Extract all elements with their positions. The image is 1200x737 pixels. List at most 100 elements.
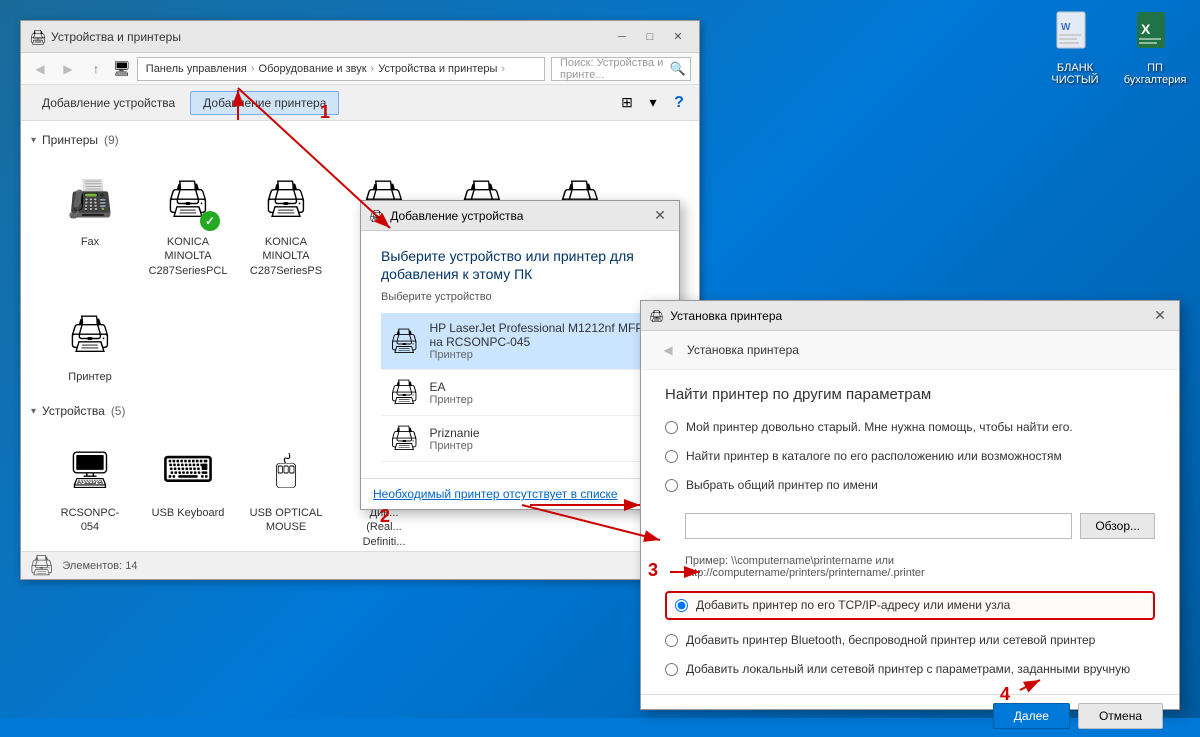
breadcrumb-part3[interactable]: Устройства и принтеры xyxy=(378,63,497,75)
ea-printer-info: EA Принтер xyxy=(429,380,472,406)
mouse-icon: 🖱 xyxy=(275,449,297,492)
browse-button[interactable]: Обзор... xyxy=(1080,513,1155,539)
forward-button[interactable]: ▶ xyxy=(57,58,79,80)
blank-doc-icon: W xyxy=(1051,10,1099,58)
maximize-button[interactable]: □ xyxy=(637,27,663,47)
printers-section-header[interactable]: ▾ Принтеры (9) xyxy=(29,129,691,151)
breadcrumb-sep2: › xyxy=(371,63,375,75)
mouse-icon-wrap: 🖱 xyxy=(254,438,318,502)
device-konica1[interactable]: 🖨 ✓ KONICAMINOLTAC287SeriesPCL xyxy=(143,159,233,286)
next-button[interactable]: Далее xyxy=(993,703,1070,729)
search-icon[interactable]: 🔍 xyxy=(670,61,686,77)
devices-count: (5) xyxy=(111,404,126,418)
breadcrumb-part2[interactable]: Оборудование и звук xyxy=(259,63,367,75)
install-back-button[interactable]: ◀ xyxy=(657,339,679,361)
add-printer-button[interactable]: Добавление принтера xyxy=(190,91,339,115)
priznanie-printer-info: Priznanie Принтер xyxy=(429,426,479,452)
radio-option-2[interactable]: Найти принтер в каталоге по его располож… xyxy=(665,448,1155,465)
missing-printer-link[interactable]: Необходимый принтер отсутствует в списке xyxy=(373,487,618,501)
device-fax[interactable]: 📠 Fax xyxy=(45,159,135,286)
window-titlebar: 🖨 Устройства и принтеры ─ □ ✕ xyxy=(21,21,699,53)
add-device-dialog-icon: 🖨 xyxy=(369,209,384,223)
radio-label-1: Мой принтер довольно старый. Мне нужна п… xyxy=(686,419,1073,436)
radio-input-4[interactable] xyxy=(675,599,688,612)
radio-input-6[interactable] xyxy=(665,663,678,676)
svg-text:W: W xyxy=(1061,22,1071,33)
devices-window-icon: 🖨 xyxy=(29,29,45,45)
add-device-button[interactable]: Добавление устройства xyxy=(29,91,188,115)
ea-printer-type: Принтер xyxy=(429,394,472,406)
search-bar: Поиск: Устройства и принте... 🔍 xyxy=(551,57,691,81)
radio-option-4[interactable]: Добавить принтер по его TCP/IP-адресу ил… xyxy=(665,591,1155,620)
device-printer6[interactable]: 🖨 Принтер xyxy=(45,294,135,392)
radio-input-5[interactable] xyxy=(665,634,678,647)
desktop-icon-excel[interactable]: X ПП бухгалтерия xyxy=(1120,10,1190,86)
radio-option-1[interactable]: Мой принтер довольно старый. Мне нужна п… xyxy=(665,419,1155,436)
status-bar: 🖨 Элементов: 14 xyxy=(21,551,699,579)
example-text: Пример: \\computername\printername илиht… xyxy=(685,555,1155,579)
hp-printer-info: HP LaserJet Professional M1212nf MFP на … xyxy=(429,321,651,361)
install-close-button[interactable]: ✕ xyxy=(1149,307,1171,325)
up-button[interactable]: ↑ xyxy=(85,58,107,80)
minimize-button[interactable]: ─ xyxy=(609,27,635,47)
fax-icon: 📠 xyxy=(68,178,113,220)
excel-icon: X xyxy=(1131,10,1179,58)
konica1-check-badge: ✓ xyxy=(200,211,220,231)
device-mouse[interactable]: 🖱 USB OPTICALMOUSE xyxy=(241,430,331,551)
add-device-dialog-title: Добавление устройства xyxy=(390,209,523,223)
hp-printer-name: HP LaserJet Professional M1212nf MFP на … xyxy=(429,321,651,349)
device-keyboard[interactable]: ⌨ USB Keyboard xyxy=(143,430,233,551)
priznanie-printer-name: Priznanie xyxy=(429,426,479,440)
install-dialog-title: Установка принтера xyxy=(670,309,782,323)
svg-text:X: X xyxy=(1141,21,1151,37)
printer-list-item-ea[interactable]: 🖨 EA Принтер xyxy=(381,370,659,416)
konica2-label: KONICAMINOLTAC287SeriesPS xyxy=(250,235,322,278)
breadcrumb-part1[interactable]: Панель управления xyxy=(146,63,247,75)
path-input-group: Обзор... xyxy=(685,513,1155,539)
device-konica2[interactable]: 🖨 KONICAMINOLTAC287SeriesPS xyxy=(241,159,331,286)
radio-input-2[interactable] xyxy=(665,450,678,463)
hp-printer-type: Принтер xyxy=(429,349,651,361)
add-device-close-button[interactable]: ✕ xyxy=(649,207,671,225)
back-button[interactable]: ◀ xyxy=(29,58,51,80)
help-button[interactable]: ? xyxy=(667,91,691,115)
excel-icon-label: ПП бухгалтерия xyxy=(1120,62,1190,86)
rcsonpc-icon-wrap: 🖥 xyxy=(58,438,122,502)
keyboard-icon: ⌨ xyxy=(162,449,214,491)
mouse-label: USB OPTICALMOUSE xyxy=(250,506,323,535)
radio-input-1[interactable] xyxy=(665,421,678,434)
desktop-icon-blank[interactable]: W БЛАНК ЧИСТЫЙ xyxy=(1040,10,1110,86)
computer-icon: 🖥 xyxy=(113,60,131,77)
radio-option-3[interactable]: Выбрать общий принтер по имени xyxy=(665,477,1155,494)
breadcrumb-sep1: › xyxy=(251,63,255,75)
printer-list-item-hp[interactable]: 🖨 HP LaserJet Professional M1212nf MFP н… xyxy=(381,313,659,370)
radio-label-6: Добавить локальный или сетевой принтер с… xyxy=(686,661,1130,678)
printer-list-item-priznanie[interactable]: 🖨 Priznanie Принтер xyxy=(381,416,659,462)
install-content: Найти принтер по другим параметрам Мой п… xyxy=(641,370,1179,694)
radio-input-3[interactable] xyxy=(665,479,678,492)
printers-section-title: Принтеры xyxy=(42,133,98,147)
toolbar: Добавление устройства Добавление принтер… xyxy=(21,85,699,121)
status-count: Элементов: 14 xyxy=(62,560,137,572)
window-title: Устройства и принтеры xyxy=(51,30,181,44)
keyboard-icon-wrap: ⌨ xyxy=(156,438,220,502)
printers-chevron: ▾ xyxy=(31,135,36,146)
radio-label-4: Добавить принтер по его TCP/IP-адресу ил… xyxy=(696,597,1010,614)
radio-option-5[interactable]: Добавить принтер Bluetooth, беспроводной… xyxy=(665,632,1155,649)
titlebar-controls: ─ □ ✕ xyxy=(609,27,691,47)
device-rcsonpc[interactable]: 🖥 RCSONPC-054 xyxy=(45,430,135,551)
radio-option-6[interactable]: Добавить локальный или сетевой принтер с… xyxy=(665,661,1155,678)
breadcrumb: Панель управления › Оборудование и звук … xyxy=(137,57,545,81)
radio-label-2: Найти принтер в каталоге по его располож… xyxy=(686,448,1062,465)
konica1-icon-wrap: 🖨 ✓ xyxy=(156,167,220,231)
close-button[interactable]: ✕ xyxy=(665,27,691,47)
cancel-button[interactable]: Отмена xyxy=(1078,703,1163,729)
view-buttons: ⊞ ▾ xyxy=(615,91,665,115)
add-device-content: Выберите устройство или принтер для доба… xyxy=(361,231,679,478)
view-tiles-button[interactable]: ⊞ xyxy=(615,91,639,115)
add-device-footer: Необходимый принтер отсутствует в списке xyxy=(361,478,679,509)
path-input[interactable] xyxy=(685,513,1072,539)
add-device-main-title: Выберите устройство или принтер для доба… xyxy=(381,247,659,283)
install-printer-dialog: 🖨 Установка принтера ✕ ◀ Установка принт… xyxy=(640,300,1180,710)
view-dropdown-button[interactable]: ▾ xyxy=(641,91,665,115)
